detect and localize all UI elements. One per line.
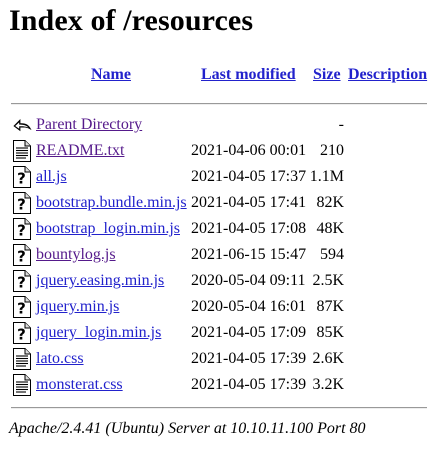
text-file-icon xyxy=(12,374,32,396)
file-row: lato.css 2021-04-05 17:39 2.6K xyxy=(0,350,444,376)
file-date: 2021-04-05 17:39 xyxy=(191,350,307,367)
file-link[interactable]: bootstrap.bundle.min.js xyxy=(36,194,187,212)
file-date: 2020-05-04 16:01 xyxy=(191,298,307,315)
file-size: 210 xyxy=(320,142,344,159)
file-link[interactable]: bountylog.js xyxy=(36,246,116,264)
file-link[interactable]: all.js xyxy=(36,168,67,186)
file-link[interactable]: jquery_login.min.js xyxy=(36,324,161,342)
file-date: 2021-04-05 17:09 xyxy=(191,324,307,341)
unknown-file-icon xyxy=(12,192,32,214)
file-size: 48K xyxy=(316,220,344,237)
text-file-icon xyxy=(12,348,32,370)
file-date: 2021-06-15 15:47 xyxy=(191,246,307,263)
file-link[interactable]: bootstrap_login.min.js xyxy=(36,220,180,238)
file-size: 1.1M xyxy=(309,168,344,185)
file-link[interactable]: monsterat.css xyxy=(36,376,123,394)
file-size: 594 xyxy=(320,246,344,263)
file-row: bootstrap.bundle.min.js 2021-04-05 17:41 8… xyxy=(0,194,444,220)
file-size: 87K xyxy=(316,298,344,315)
file-row: README.txt 2021-04-06 00:01 210 xyxy=(0,142,444,168)
footer-divider xyxy=(11,407,427,409)
file-size: 85K xyxy=(316,324,344,341)
file-size: 2.6K xyxy=(312,350,344,367)
sort-by-size-link[interactable]: Size xyxy=(313,66,341,84)
file-date: 2021-04-06 00:01 xyxy=(191,142,307,159)
server-signature: Apache/2.4.41 (Ubuntu) Server at 10.10.1… xyxy=(9,420,366,437)
back-icon xyxy=(12,114,32,136)
file-row: bountylog.js 2021-06-15 15:47 594 xyxy=(0,246,444,272)
unknown-file-icon xyxy=(12,296,32,318)
parent-directory-link[interactable]: Parent Directory xyxy=(36,116,142,134)
header-divider xyxy=(11,103,427,105)
file-size: 3.2K xyxy=(312,376,344,393)
file-date: 2021-04-05 17:39 xyxy=(191,376,307,393)
file-date: 2020-05-04 09:11 xyxy=(191,272,306,289)
file-date: 2021-04-05 17:41 xyxy=(191,194,307,211)
file-link[interactable]: jquery.easing.min.js xyxy=(36,272,164,290)
file-date: 2021-04-05 17:08 xyxy=(191,220,307,237)
file-row: all.js 2021-04-05 17:37 1.1M xyxy=(0,168,444,194)
unknown-file-icon xyxy=(12,166,32,188)
file-row: jquery_login.min.js 2021-04-05 17:09 85K xyxy=(0,324,444,350)
unknown-file-icon xyxy=(12,322,32,344)
text-file-icon xyxy=(12,140,32,162)
unknown-file-icon xyxy=(12,244,32,266)
file-date: 2021-04-05 17:37 xyxy=(191,168,307,185)
file-link[interactable]: jquery.min.js xyxy=(36,298,119,316)
file-row: bootstrap_login.min.js 2021-04-05 17:08 48… xyxy=(0,220,444,246)
sort-by-last-modified-link[interactable]: Last modified xyxy=(201,66,296,84)
file-size: 82K xyxy=(316,194,344,211)
page-title: Index of /resources xyxy=(9,4,254,37)
sort-by-name-link[interactable]: Name xyxy=(91,66,131,84)
file-link[interactable]: lato.css xyxy=(36,350,84,368)
file-size: 2.5K xyxy=(312,272,344,289)
unknown-file-icon xyxy=(12,218,32,240)
file-row: jquery.easing.min.js 2020-05-04 09:11 2.5K xyxy=(0,272,444,298)
sort-by-description-link[interactable]: Description xyxy=(348,66,427,84)
file-size: - xyxy=(338,116,344,133)
file-row: monsterat.css 2021-04-05 17:39 3.2K xyxy=(0,376,444,402)
file-link[interactable]: README.txt xyxy=(36,142,124,160)
file-row: jquery.min.js 2020-05-04 16:01 87K xyxy=(0,298,444,324)
parent-directory-row: Parent Directory - xyxy=(0,116,444,142)
unknown-file-icon xyxy=(12,270,32,292)
